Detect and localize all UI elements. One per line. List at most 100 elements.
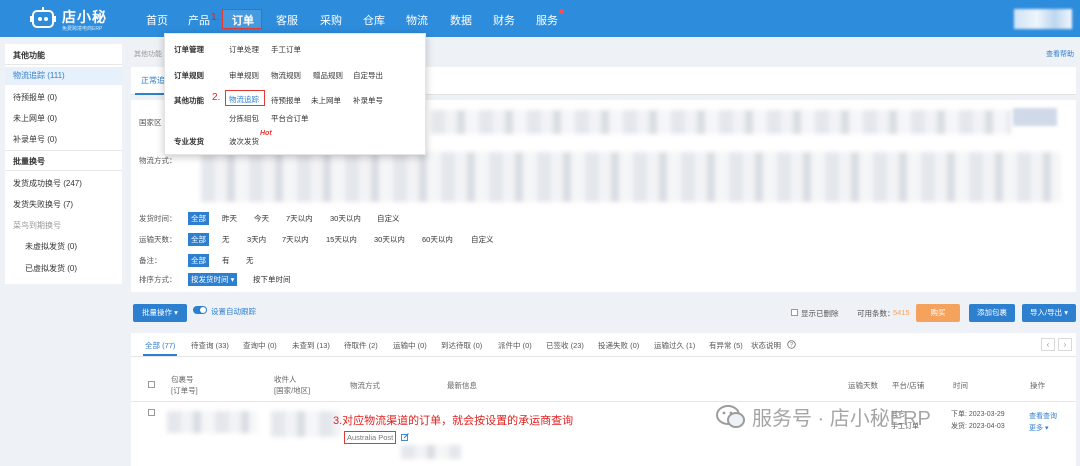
transit-option-all[interactable]: 全部 [188,233,209,246]
filter-shiptime-label: 发货时间： [139,214,177,223]
transit-option-15days[interactable]: 15天以内 [326,234,357,245]
blurred-country-options [431,110,1011,134]
nav-data[interactable]: 数据 [450,12,472,28]
menu-item-pending-forecast[interactable]: 待预报单 [271,95,301,106]
transit-option-3days[interactable]: 3天内 [247,234,266,245]
menu-item-logistics-tracking[interactable]: 物流追踪 [229,94,259,105]
nav-services[interactable]: 服务 [536,12,558,28]
note-option-yes[interactable]: 有 [222,255,230,266]
status-tab-querying[interactable]: 查询中 (0) [243,340,277,351]
sidebar-item-pending-forecast[interactable]: 待预报单 (0) [13,92,57,103]
tracking-table-panel: 全部 (77) 待查询 (33) 查询中 (0) 未查到 (13) 待取件 (2… [131,333,1076,466]
transit-option-custom[interactable]: 自定义 [471,234,494,245]
status-tab-signed[interactable]: 已签收 (23) [546,340,584,351]
transit-option-none[interactable]: 无 [222,234,230,245]
menu-item-logistics-rules[interactable]: 物流规则 [271,70,301,81]
question-icon[interactable]: ? [787,340,796,349]
sidebar-item-not-online[interactable]: 未上网单 (0) [13,113,57,124]
nav-warehouse[interactable]: 仓库 [363,12,385,28]
blurred-control [1013,108,1057,126]
add-package-button[interactable]: 添加包裹 [969,304,1015,322]
status-tab-all[interactable]: 全部 (77) [145,340,175,351]
shiptime-option-yesterday[interactable]: 昨天 [222,213,237,224]
sidebar-section-other: 其他功能 [13,51,45,60]
transit-option-60days[interactable]: 60天以内 [422,234,453,245]
dropdown-group-other: 其他功能 [174,96,204,105]
sidebar-item-not-virtual[interactable]: 未虚拟发货 (0) [25,241,77,252]
menu-item-order-processing[interactable]: 订单处理 [229,44,259,55]
status-tab-pending-query[interactable]: 待查询 (33) [191,340,229,351]
status-tab-exception[interactable]: 有异常 (5) [709,340,743,351]
col-recipient: 收件人 [国家/地区] [274,375,311,395]
nav-customer-service[interactable]: 客服 [276,12,298,28]
dropdown-group-order-management: 订单管理 [174,45,204,54]
sidebar-item-swap-failed[interactable]: 发货失败换号 (7) [13,199,73,210]
sort-option-ship-time[interactable]: 按发货时间 ▾ [188,273,238,286]
robot-logo-icon [30,7,56,28]
buy-button[interactable]: 购买 [916,304,960,322]
status-tab-too-long[interactable]: 运输过久 (1) [654,340,695,351]
sort-option-order-time[interactable]: 按下单时间 [253,274,291,285]
shiptime-option-today[interactable]: 今天 [254,213,269,224]
select-all-checkbox[interactable] [148,381,155,388]
sidebar-item-cainiao-expire[interactable]: 菜鸟到期换号 [13,220,61,231]
import-export-button[interactable]: 导入/导出 ▾ [1022,304,1076,322]
nav-orders[interactable]: 订单 [232,12,254,28]
sidebar-item-supplement-number[interactable]: 补录单号 (0) [13,134,57,145]
help-link[interactable]: 查看帮助 [1046,49,1074,59]
sidebar-item-virtual[interactable]: 已虚拟发货 (0) [25,263,77,274]
brand-name: 店小秘 [62,9,107,25]
dropdown-group-pro-shipping: 专业发货 [174,137,204,146]
row-view-query-link[interactable]: 查看查询 [1029,411,1057,421]
nav-logistics[interactable]: 物流 [406,12,428,28]
breadcrumb[interactable]: 其他功能 [134,49,162,59]
brand-logo[interactable]: 店小秘 免费跨境电商ERP [30,6,156,32]
shiptime-option-custom[interactable]: 自定义 [377,213,400,224]
batch-operations-button[interactable]: 批量操作 ▾ [133,304,187,322]
nav-home[interactable]: 首页 [146,12,168,28]
col-time: 时间 [953,381,968,390]
auto-track-label[interactable]: 设置自动跟踪 [211,306,256,317]
status-tab-delivering[interactable]: 派件中 (0) [498,340,532,351]
nav-purchasing[interactable]: 采购 [320,12,342,28]
menu-item-gift-rules[interactable]: 赠品规则 [313,70,343,81]
blurred-recipient [271,411,341,437]
menu-item-manual-order[interactable]: 手工订单 [271,44,301,55]
show-deleted-checkbox[interactable] [791,309,798,316]
edit-icon[interactable] [401,433,409,441]
menu-item-not-online[interactable]: 未上网单 [311,95,341,106]
menu-item-custom-export[interactable]: 自定导出 [353,70,383,81]
shiptime-option-all[interactable]: 全部 [188,212,209,225]
col-logistics-method: 物流方式 [350,381,380,390]
status-tab-help[interactable]: 状态说明 [751,340,781,351]
status-tab-in-transit[interactable]: 运输中 (0) [393,340,427,351]
status-tab-failed[interactable]: 投递失败 (0) [598,340,639,351]
orders-dropdown-menu: 订单管理 订单处理 手工订单 订单规则 审单规则 物流规则 赠品规则 自定导出 … [164,33,426,155]
status-tab-arrived[interactable]: 到达待取 (0) [441,340,482,351]
row-checkbox[interactable] [148,409,155,416]
nav-products[interactable]: 产品 [188,12,210,28]
carrier-badge: Australia Post [344,431,397,444]
auto-track-toggle[interactable] [193,306,207,314]
sidebar-item-swap-success[interactable]: 发货成功换号 (247) [13,178,82,189]
shiptime-option-7days[interactable]: 7天以内 [286,213,313,224]
shiptime-option-30days[interactable]: 30天以内 [330,213,361,224]
nav-finance[interactable]: 财务 [493,12,515,28]
menu-item-review-rules[interactable]: 审单规则 [229,70,259,81]
row-more-menu[interactable]: 更多 ▾ [1029,423,1048,433]
transit-option-7days[interactable]: 7天以内 [282,234,309,245]
status-tab-not-found[interactable]: 未查到 (13) [292,340,330,351]
note-option-all[interactable]: 全部 [188,254,209,267]
left-sidebar: 其他功能 物流追踪 (111) 待预报单 (0) 未上网单 (0) 补录单号 (… [5,44,122,284]
transit-option-30days[interactable]: 30天以内 [374,234,405,245]
menu-item-sort-package[interactable]: 分拣组包 [229,113,259,124]
menu-item-supplement-number[interactable]: 补录单号 [353,95,383,106]
user-account-blurred[interactable] [1014,9,1072,29]
next-page-button[interactable]: › [1058,338,1072,351]
prev-page-button[interactable]: ‹ [1041,338,1055,351]
sidebar-item-tracking[interactable]: 物流追踪 (111) [5,67,122,85]
note-option-no[interactable]: 无 [246,255,254,266]
menu-item-wave-shipping[interactable]: 波次发货 [229,136,259,147]
menu-item-platform-combined[interactable]: 平台合订单 [271,113,309,124]
status-tab-pickup[interactable]: 待取件 (2) [344,340,378,351]
